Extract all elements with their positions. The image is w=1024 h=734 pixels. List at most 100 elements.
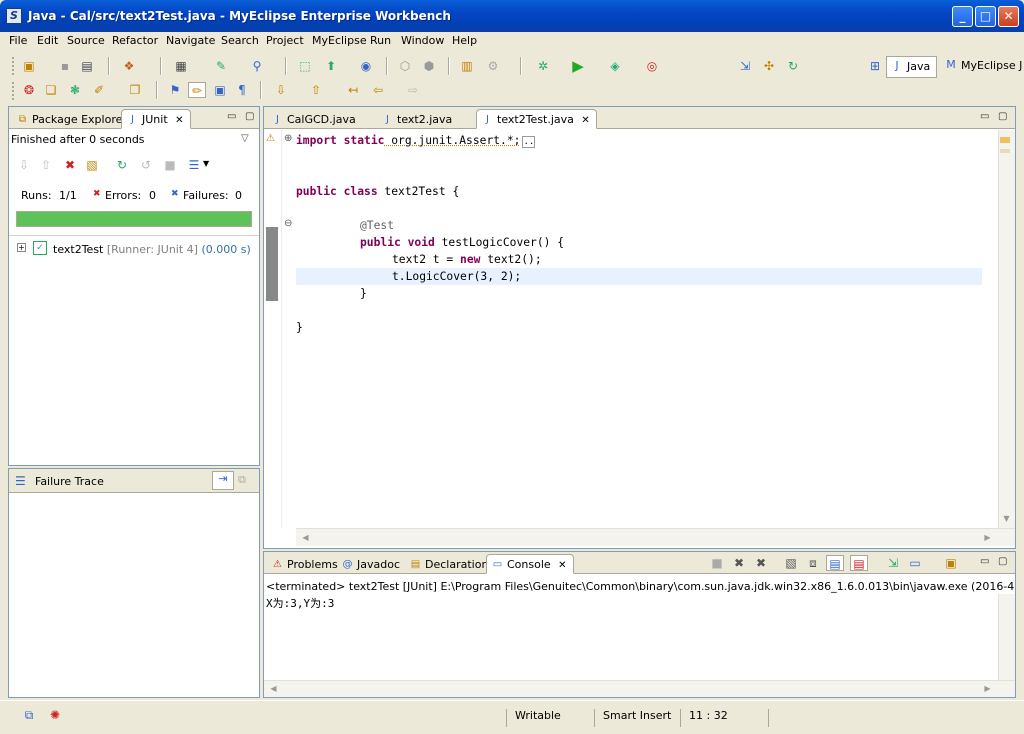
show-failures-only-icon[interactable]: ✖ — [61, 157, 79, 173]
code-line-2[interactable]: public class text2Test { — [296, 183, 459, 200]
back-icon[interactable]: ⇦ — [369, 82, 387, 98]
tab-package-explorer[interactable]: ⧉ Package Explorer — [11, 109, 134, 129]
minimize-button[interactable]: _ — [952, 6, 973, 27]
code-line-6[interactable]: t.LogicCover(3, 2); — [392, 268, 521, 285]
code-line-3[interactable]: @Test — [360, 217, 394, 234]
menu-myeclipse[interactable]: MyEclipse — [312, 34, 367, 47]
folded-marker[interactable]: .. — [522, 136, 536, 148]
view-menu-icon[interactable]: ▽ — [241, 133, 249, 144]
globe-icon[interactable]: ◉ — [357, 58, 375, 74]
package-icon[interactable]: ✣ — [760, 58, 778, 74]
block-select-icon[interactable]: ▣ — [211, 82, 229, 98]
remove-launch-icon[interactable]: ✖ — [730, 555, 748, 571]
terminate-icon[interactable]: ■ — [708, 555, 726, 571]
next-failure-icon[interactable]: ⇩ — [15, 157, 33, 173]
rerun-icon[interactable]: ↻ — [113, 157, 131, 173]
next-annotation-icon[interactable]: ⚑ — [166, 82, 184, 98]
clear-console-icon[interactable]: ▧ — [782, 555, 800, 571]
open-project-icon[interactable]: ❂ — [20, 82, 38, 98]
maximize-button[interactable]: □ — [975, 6, 996, 27]
code-line-5[interactable]: text2 t = new text2(); — [392, 251, 542, 268]
search-tool-icon[interactable]: ⚲ — [248, 58, 266, 74]
prev-failure-icon[interactable]: ⇧ — [37, 157, 55, 173]
tab-javadoc[interactable]: @ Javadoc — [336, 554, 407, 574]
maximize-view-icon[interactable]: ▢ — [998, 111, 1007, 122]
debug-icon[interactable]: ✲ — [534, 58, 552, 74]
scroll-left-arrow[interactable]: ◀ — [298, 530, 313, 545]
display-console-icon[interactable]: ▭ — [906, 555, 924, 571]
editor-horizontal-scrollbar[interactable] — [296, 528, 1015, 546]
menu-window[interactable]: Window — [401, 34, 444, 47]
open-perspective-icon[interactable]: ⇲ — [736, 58, 754, 74]
history-dropdown-icon[interactable]: ▼ — [203, 159, 209, 168]
prev-edit-icon[interactable]: ⇧ — [307, 82, 325, 98]
db-icon[interactable]: ⬡ — [396, 58, 414, 74]
close-tab-icon[interactable]: ✕ — [581, 115, 589, 126]
scroll-lock-icon[interactable]: ⧈ — [804, 555, 822, 571]
forward-icon[interactable]: ⇨ — [404, 82, 422, 98]
expand-icon[interactable]: + — [17, 243, 26, 252]
remove-all-icon[interactable]: ✖ — [752, 555, 770, 571]
menu-refactor[interactable]: Refactor — [112, 34, 158, 47]
overview-marker[interactable] — [1000, 149, 1010, 153]
fast-view-icon[interactable]: ⧉ — [20, 707, 38, 723]
fold-collapse-icon[interactable]: ⊖ — [284, 218, 294, 229]
scroll-left-arrow[interactable]: ◀ — [266, 681, 281, 696]
menu-navigate[interactable]: Navigate — [166, 34, 215, 47]
deploy-icon[interactable]: ⬚ — [296, 58, 314, 74]
open-task-icon[interactable]: ❃ — [66, 82, 84, 98]
maximize-view-icon[interactable]: ▢ — [245, 111, 254, 122]
open-type-icon[interactable]: ▥ — [458, 58, 476, 74]
last-edit-icon[interactable]: ↤ — [344, 82, 362, 98]
close-tab-icon[interactable]: ✕ — [175, 115, 183, 126]
console-horizontal-scrollbar[interactable] — [264, 680, 1015, 697]
external-tools-icon[interactable]: ◎ — [643, 58, 661, 74]
menu-file[interactable]: File — [9, 34, 27, 47]
menu-project[interactable]: Project — [266, 34, 304, 47]
whitespace-icon[interactable]: ¶ — [233, 82, 251, 98]
stop-icon[interactable]: ■ — [161, 157, 179, 173]
refresh-icon[interactable]: ↻ — [784, 58, 802, 74]
maximize-view-icon[interactable]: ▢ — [998, 556, 1007, 567]
console-output[interactable]: X为:3,Y为:3 — [266, 595, 334, 611]
code-line-4[interactable]: public void testLogicCover() { — [360, 234, 564, 251]
open-file-icon[interactable]: ❐ — [126, 82, 144, 98]
menu-run[interactable]: Run — [370, 34, 391, 47]
tab-declaration[interactable]: ▤ Declaration — [404, 554, 495, 574]
tab-problems[interactable]: ⚠ Problems — [266, 554, 345, 574]
close-button[interactable]: ✕ — [998, 6, 1019, 27]
tab-junit[interactable]: J JUnit ✕ — [121, 109, 191, 129]
perspective-myeclipse[interactable]: M MyEclipse J — [941, 56, 1024, 78]
tree-item-test[interactable]: text2Test [Runner: JUnit 4] (0.000 s) — [53, 243, 251, 256]
db-connect-icon[interactable]: ⬢ — [420, 58, 438, 74]
history-icon[interactable]: ☰ — [185, 157, 203, 173]
editor-vertical-scrollbar[interactable] — [998, 130, 1015, 528]
new-project-icon[interactable]: ❖ — [120, 58, 138, 74]
warning-marker-icon[interactable]: ⚠ — [266, 133, 280, 147]
open-console-icon[interactable]: ▣ — [942, 555, 960, 571]
tab-text2test-java[interactable]: J text2Test.java ✕ — [476, 109, 597, 129]
toolbar-grip[interactable] — [12, 57, 15, 75]
highlight-icon[interactable]: ✏ — [188, 82, 206, 98]
rerun-failed-icon[interactable]: ↺ — [137, 157, 155, 173]
save-icon[interactable]: ▪ — [56, 58, 74, 74]
show-on-output-icon[interactable]: ▤ — [826, 555, 844, 571]
code-line-8[interactable]: } — [296, 319, 303, 336]
filter-stack-icon[interactable]: ⇥ — [212, 471, 234, 490]
menu-edit[interactable]: Edit — [37, 34, 58, 47]
compare-icon[interactable]: ⧉ — [238, 473, 246, 487]
toolbar-grip[interactable] — [12, 82, 15, 100]
calendar-icon[interactable]: ▦ — [172, 58, 190, 74]
close-tab-icon[interactable]: ✕ — [558, 560, 566, 571]
menu-source[interactable]: Source — [67, 34, 105, 47]
minimize-view-icon[interactable]: ▭ — [980, 111, 989, 122]
pin-console-icon[interactable]: ⇲ — [884, 555, 902, 571]
pin-icon[interactable]: ✐ — [90, 82, 108, 98]
bug-icon[interactable]: ✺ — [46, 707, 64, 723]
gear-icon[interactable]: ⚙ — [484, 58, 502, 74]
code-line-7[interactable]: } — [360, 285, 367, 302]
perspective-switcher-icon[interactable]: ⊞ — [866, 58, 884, 74]
console-vertical-scrollbar[interactable] — [998, 594, 1015, 680]
menu-help[interactable]: Help — [452, 34, 477, 47]
scroll-lock-icon[interactable]: ▧ — [83, 157, 101, 173]
